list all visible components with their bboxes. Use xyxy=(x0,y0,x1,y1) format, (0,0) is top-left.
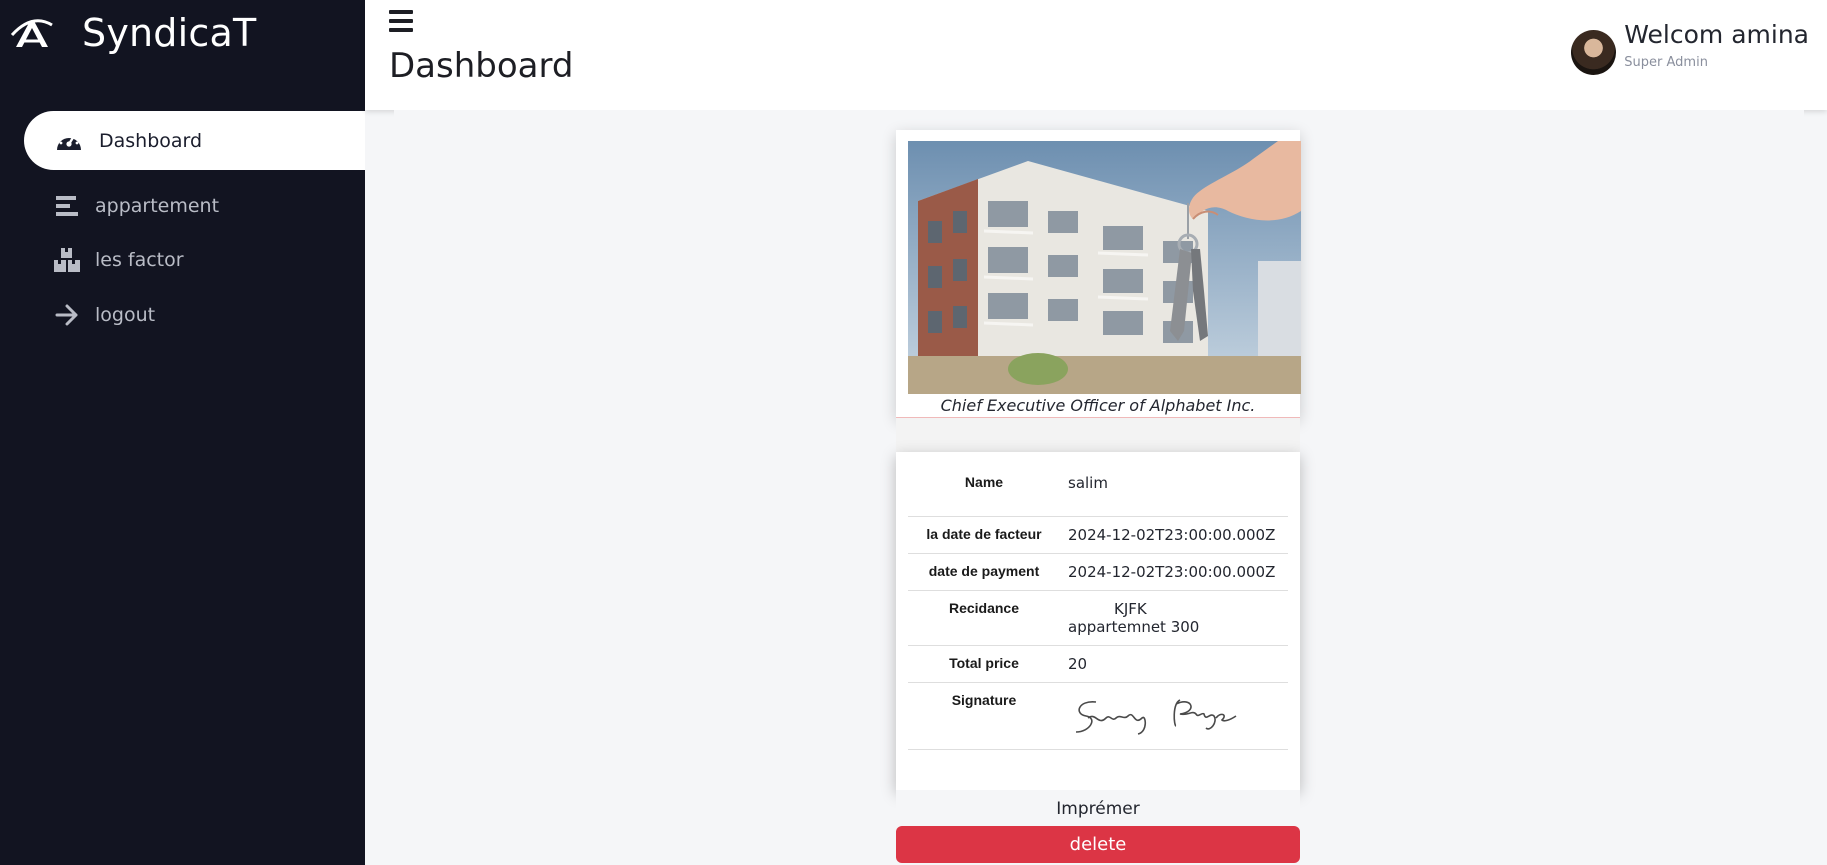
residence-value: KJFK xyxy=(1114,599,1147,618)
table-row: la date de facteur 2024-12-02T23:00:00.0… xyxy=(908,516,1288,554)
main-content: Chief Executive Officer of Alphabet Inc.… xyxy=(394,110,1804,865)
sidebar-item-label: Dashboard xyxy=(99,129,203,152)
signature-drawing xyxy=(1075,698,1237,735)
brand[interactable]: SyndicaT xyxy=(10,8,256,58)
signature-label: Signature xyxy=(908,682,1060,750)
sidebar-item-appartement[interactable]: appartement xyxy=(0,179,365,232)
avatar[interactable] xyxy=(1571,30,1617,75)
table-row: Recidance KJFK appartemnet 300 xyxy=(908,590,1288,646)
total-price-value: 20 xyxy=(1060,645,1288,683)
table-row: Total price 20 xyxy=(908,645,1288,683)
name-value: salim xyxy=(1060,452,1288,517)
sidebar-item-les-factor[interactable]: les factor xyxy=(0,232,365,288)
residence-value-cell: KJFK appartemnet 300 xyxy=(1060,590,1288,646)
residence-label: Recidance xyxy=(908,590,1060,646)
name-label: Name xyxy=(908,452,1060,517)
invoice-table: Name salim la date de facteur 2024-12-02… xyxy=(908,452,1288,750)
sidebar: SyndicaT Dashboard appartement les facto… xyxy=(0,0,365,865)
signature-image xyxy=(1060,682,1288,750)
payment-date-value: 2024-12-02T23:00:00.000Z xyxy=(1060,553,1288,591)
list-icon xyxy=(53,192,81,220)
photo-card: Chief Executive Officer of Alphabet Inc. xyxy=(896,130,1301,418)
invoice-details: Name salim la date de facteur 2024-12-02… xyxy=(896,452,1300,790)
user-profile[interactable]: Welcom amina Super Admin xyxy=(1571,20,1809,75)
welcome-text: Welcom amina xyxy=(1624,20,1809,49)
building-keys-photo xyxy=(908,141,1301,394)
page-title: Dashboard xyxy=(389,46,574,86)
sidebar-item-label: logout xyxy=(95,304,156,326)
sidebar-item-label: les factor xyxy=(95,249,184,271)
arrow-right-icon xyxy=(53,301,81,329)
payment-date-label: date de payment xyxy=(908,553,1060,591)
sidebar-nav: Dashboard appartement les factor logout xyxy=(0,111,365,342)
sidebar-item-logout[interactable]: logout xyxy=(0,288,365,342)
invoice-card: Chief Executive Officer of Alphabet Inc.… xyxy=(896,130,1301,863)
top-header: Dashboard Welcom amina Super Admin xyxy=(365,0,1827,110)
card-spacer xyxy=(896,418,1300,452)
invoice-date-value: 2024-12-02T23:00:00.000Z xyxy=(1060,516,1288,554)
sidebar-item-dashboard[interactable]: Dashboard xyxy=(24,111,365,170)
photo-caption: Chief Executive Officer of Alphabet Inc. xyxy=(896,394,1300,418)
user-role: Super Admin xyxy=(1624,55,1708,70)
sidebar-item-label: appartement xyxy=(95,194,220,217)
print-button[interactable]: Imprémer xyxy=(896,789,1300,826)
brand-logo-icon xyxy=(10,19,53,47)
total-price-label: Total price xyxy=(908,645,1060,683)
invoice-date-label: la date de facteur xyxy=(908,516,1060,554)
table-row: Name salim xyxy=(908,452,1288,517)
menu-toggle-icon[interactable] xyxy=(389,10,413,36)
table-row: date de payment 2024-12-02T23:00:00.000Z xyxy=(908,553,1288,591)
boxes-icon xyxy=(53,246,81,274)
table-row: Signature xyxy=(908,682,1288,750)
apartment-value: appartemnet 300 xyxy=(1068,617,1200,636)
delete-button[interactable]: delete xyxy=(896,825,1300,863)
brand-name: SyndicaT xyxy=(82,11,257,55)
speedometer-icon xyxy=(55,127,83,155)
